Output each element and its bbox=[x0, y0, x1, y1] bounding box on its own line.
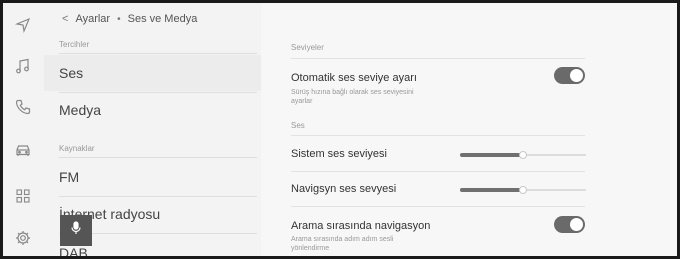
slider-fill bbox=[460, 153, 523, 157]
navigation-icon[interactable] bbox=[10, 12, 36, 38]
phone-icon[interactable] bbox=[10, 94, 36, 120]
preferences-section-label: Tercihler bbox=[59, 40, 90, 49]
divider bbox=[291, 135, 585, 136]
left-icon-rail bbox=[3, 3, 44, 256]
toggle-knob bbox=[570, 69, 583, 82]
list-item-ses[interactable]: Ses bbox=[44, 55, 261, 91]
auto-level-title: Otomatik ses seviye ayarı bbox=[291, 72, 417, 84]
nav-during-call-toggle[interactable] bbox=[554, 216, 585, 233]
list-item-label: Medya bbox=[59, 102, 102, 118]
divider bbox=[291, 58, 585, 59]
car-icon[interactable] bbox=[10, 137, 36, 163]
list-item-medya[interactable]: Medya bbox=[44, 92, 261, 128]
sound-section-label: Ses bbox=[291, 121, 305, 130]
divider bbox=[291, 171, 585, 172]
levels-section-label: Seviyeler bbox=[291, 43, 324, 52]
list-item-label: Ses bbox=[59, 65, 84, 81]
divider bbox=[59, 157, 257, 158]
breadcrumb: < Ayarlar • Ses ve Medya bbox=[62, 13, 197, 25]
microphone-icon bbox=[70, 221, 82, 240]
toggle-knob bbox=[570, 218, 583, 231]
divider bbox=[291, 206, 585, 207]
breadcrumb-separator: • bbox=[117, 13, 121, 25]
slider-fill bbox=[460, 188, 523, 192]
nav-volume-title: Navigsyn ses sevyesi bbox=[291, 183, 397, 195]
divider bbox=[59, 53, 257, 54]
slider-thumb[interactable] bbox=[519, 151, 527, 159]
music-icon[interactable] bbox=[10, 53, 36, 79]
voice-assistant-button[interactable] bbox=[60, 215, 92, 246]
sources-section-label: Kaynaklar bbox=[59, 144, 95, 153]
breadcrumb-parent[interactable]: Ayarlar bbox=[75, 13, 110, 25]
slider-thumb[interactable] bbox=[519, 186, 527, 194]
back-chevron-icon[interactable]: < bbox=[62, 13, 68, 25]
settings-detail-panel: Seviyeler Otomatik ses seviye ayarı Sürü… bbox=[261, 3, 677, 256]
nav-volume-slider[interactable] bbox=[460, 185, 586, 195]
auto-level-subtitle: Sürüş hızına bağlı olarak ses seviyesini… bbox=[291, 89, 414, 105]
nav-during-call-subtitle: Arama sırasında adım adım sesli yönlendi… bbox=[291, 236, 394, 252]
auto-level-toggle[interactable] bbox=[554, 67, 585, 84]
apps-grid-icon[interactable] bbox=[10, 183, 36, 209]
breadcrumb-current: Ses ve Medya bbox=[127, 13, 198, 25]
settings-screen: < Ayarlar • Ses ve Medya Tercihler Ses M… bbox=[0, 0, 680, 259]
nav-during-call-title: Arama sırasında navigasyon bbox=[291, 220, 431, 232]
list-item-fm[interactable]: FM bbox=[44, 159, 261, 195]
list-item-label: DAB bbox=[59, 245, 88, 256]
list-item-label: FM bbox=[59, 169, 80, 185]
system-volume-slider[interactable] bbox=[460, 150, 586, 160]
settings-gear-icon[interactable] bbox=[10, 225, 36, 251]
system-volume-title: Sistem ses seviyesi bbox=[291, 148, 387, 160]
